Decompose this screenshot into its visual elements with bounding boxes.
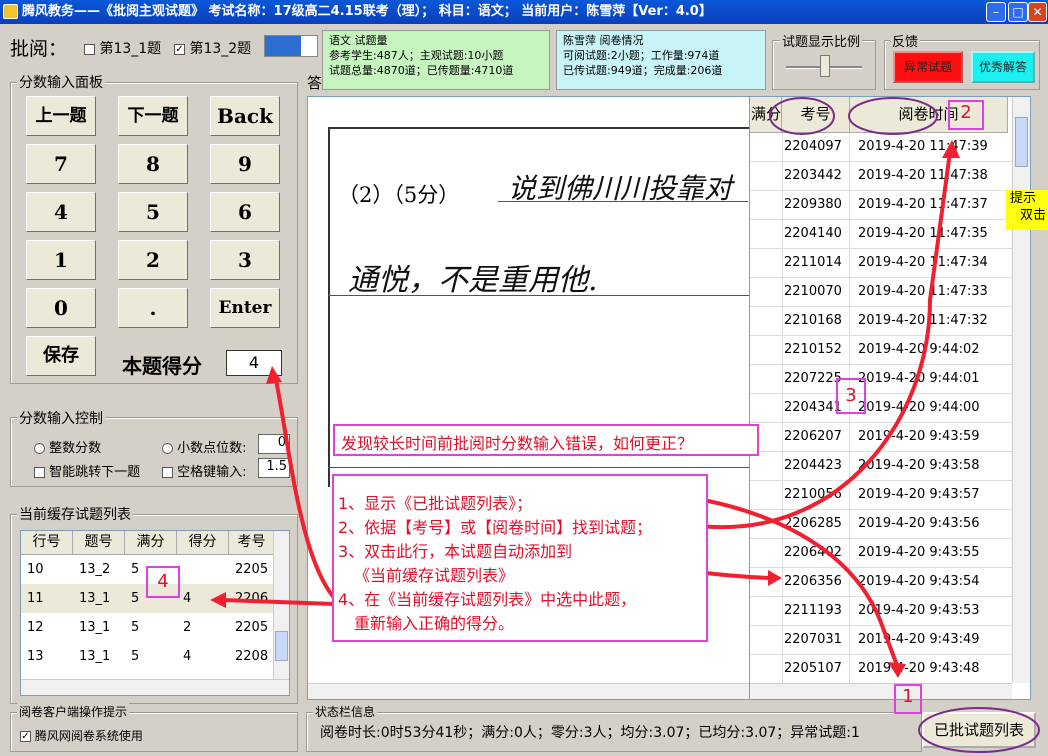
arrowhead-2 bbox=[942, 140, 960, 158]
annotation-question: 发现较长时间前批阅时分数输入错误，如何更正？ bbox=[341, 434, 694, 453]
time-highlight bbox=[848, 97, 938, 135]
annotation-step-4b: 重新输入正确的得分。 bbox=[354, 614, 515, 633]
badge-3: 3 bbox=[836, 378, 866, 414]
arrowhead-1 bbox=[888, 662, 906, 678]
badge-2: 2 bbox=[948, 100, 984, 130]
annotation-step-2: 2、依据【考号】或【阅卷时间】找到试题； bbox=[338, 518, 653, 537]
arrowhead-4 bbox=[266, 366, 282, 384]
annotation-step-1: 1、显示《已批试题列表》； bbox=[338, 494, 533, 513]
badge-1: 1 bbox=[894, 684, 922, 714]
annotation-steps-box: 1、显示《已批试题列表》； 2、依据【考号】或【阅卷时间】找到试题； 3、双击此… bbox=[332, 474, 708, 642]
arrowhead-3 bbox=[768, 570, 782, 586]
annotation-step-4: 4、在《当前缓存试题列表》中选中此题， bbox=[338, 590, 637, 609]
annotation-step-3b: 《当前缓存试题列表》 bbox=[354, 566, 515, 585]
arrowhead-5 bbox=[210, 592, 226, 608]
arrow-to-cache-row bbox=[220, 598, 336, 606]
badge-4: 4 bbox=[146, 566, 180, 598]
kaohao-highlight bbox=[769, 97, 835, 135]
annotation-step-3: 3、双击此行，本试题自动添加到 bbox=[338, 542, 573, 561]
arrow-to-score-input bbox=[274, 378, 338, 602]
annotation-question-box: 发现较长时间前批阅时分数输入错误，如何更正？ bbox=[333, 424, 759, 456]
graded-button-highlight bbox=[918, 707, 1040, 753]
arrow-to-time-column bbox=[698, 150, 952, 530]
annotation-arrows bbox=[210, 97, 1040, 753]
